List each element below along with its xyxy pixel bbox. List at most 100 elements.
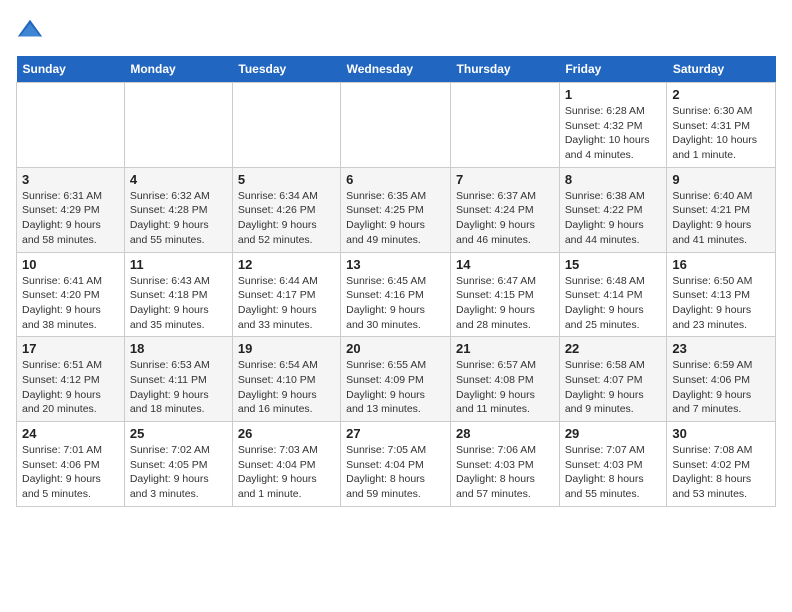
day-info: Sunrise: 7:01 AM Sunset: 4:06 PM Dayligh… (22, 443, 119, 502)
weekday-header-cell: Thursday (451, 56, 560, 83)
day-number: 30 (672, 426, 770, 441)
calendar-cell: 1 Sunrise: 6:28 AM Sunset: 4:32 PM Daylig… (559, 83, 667, 168)
logo (16, 16, 48, 44)
calendar-cell: 24 Sunrise: 7:01 AM Sunset: 4:06 PM Dayli… (17, 422, 125, 507)
day-number: 26 (238, 426, 335, 441)
calendar-cell (124, 83, 232, 168)
day-info: Sunrise: 6:54 AM Sunset: 4:10 PM Dayligh… (238, 358, 335, 417)
day-info: Sunrise: 7:02 AM Sunset: 4:05 PM Dayligh… (130, 443, 227, 502)
day-number: 10 (22, 257, 119, 272)
day-number: 7 (456, 172, 554, 187)
day-info: Sunrise: 6:50 AM Sunset: 4:13 PM Dayligh… (672, 274, 770, 333)
day-number: 28 (456, 426, 554, 441)
day-number: 20 (346, 341, 445, 356)
day-info: Sunrise: 7:05 AM Sunset: 4:04 PM Dayligh… (346, 443, 445, 502)
calendar-cell: 4 Sunrise: 6:32 AM Sunset: 4:28 PM Daylig… (124, 167, 232, 252)
day-number: 2 (672, 87, 770, 102)
calendar-cell: 8 Sunrise: 6:38 AM Sunset: 4:22 PM Daylig… (559, 167, 667, 252)
day-number: 27 (346, 426, 445, 441)
day-info: Sunrise: 6:43 AM Sunset: 4:18 PM Dayligh… (130, 274, 227, 333)
calendar-cell: 5 Sunrise: 6:34 AM Sunset: 4:26 PM Daylig… (232, 167, 340, 252)
day-info: Sunrise: 6:37 AM Sunset: 4:24 PM Dayligh… (456, 189, 554, 248)
day-info: Sunrise: 6:58 AM Sunset: 4:07 PM Dayligh… (565, 358, 662, 417)
calendar-cell (451, 83, 560, 168)
day-info: Sunrise: 6:32 AM Sunset: 4:28 PM Dayligh… (130, 189, 227, 248)
day-info: Sunrise: 6:59 AM Sunset: 4:06 PM Dayligh… (672, 358, 770, 417)
calendar-cell: 29 Sunrise: 7:07 AM Sunset: 4:03 PM Dayli… (559, 422, 667, 507)
day-info: Sunrise: 6:34 AM Sunset: 4:26 PM Dayligh… (238, 189, 335, 248)
day-info: Sunrise: 6:47 AM Sunset: 4:15 PM Dayligh… (456, 274, 554, 333)
calendar-cell (232, 83, 340, 168)
calendar-cell: 22 Sunrise: 6:58 AM Sunset: 4:07 PM Dayli… (559, 337, 667, 422)
day-info: Sunrise: 6:38 AM Sunset: 4:22 PM Dayligh… (565, 189, 662, 248)
calendar-cell (341, 83, 451, 168)
day-number: 18 (130, 341, 227, 356)
calendar-cell: 27 Sunrise: 7:05 AM Sunset: 4:04 PM Dayli… (341, 422, 451, 507)
calendar-cell: 21 Sunrise: 6:57 AM Sunset: 4:08 PM Dayli… (451, 337, 560, 422)
day-number: 15 (565, 257, 662, 272)
day-info: Sunrise: 6:35 AM Sunset: 4:25 PM Dayligh… (346, 189, 445, 248)
day-info: Sunrise: 6:41 AM Sunset: 4:20 PM Dayligh… (22, 274, 119, 333)
day-info: Sunrise: 7:03 AM Sunset: 4:04 PM Dayligh… (238, 443, 335, 502)
weekday-header-cell: Friday (559, 56, 667, 83)
calendar-cell: 15 Sunrise: 6:48 AM Sunset: 4:14 PM Dayli… (559, 252, 667, 337)
day-info: Sunrise: 6:31 AM Sunset: 4:29 PM Dayligh… (22, 189, 119, 248)
calendar-cell: 30 Sunrise: 7:08 AM Sunset: 4:02 PM Dayli… (667, 422, 776, 507)
day-number: 23 (672, 341, 770, 356)
weekday-header-cell: Tuesday (232, 56, 340, 83)
day-info: Sunrise: 6:44 AM Sunset: 4:17 PM Dayligh… (238, 274, 335, 333)
day-number: 22 (565, 341, 662, 356)
calendar-cell: 17 Sunrise: 6:51 AM Sunset: 4:12 PM Dayli… (17, 337, 125, 422)
weekday-header-row: SundayMondayTuesdayWednesdayThursdayFrid… (17, 56, 776, 83)
day-number: 11 (130, 257, 227, 272)
calendar-cell: 28 Sunrise: 7:06 AM Sunset: 4:03 PM Dayli… (451, 422, 560, 507)
day-number: 29 (565, 426, 662, 441)
calendar-cell: 7 Sunrise: 6:37 AM Sunset: 4:24 PM Daylig… (451, 167, 560, 252)
day-number: 1 (565, 87, 662, 102)
day-info: Sunrise: 6:40 AM Sunset: 4:21 PM Dayligh… (672, 189, 770, 248)
day-number: 4 (130, 172, 227, 187)
calendar-cell: 18 Sunrise: 6:53 AM Sunset: 4:11 PM Dayli… (124, 337, 232, 422)
day-info: Sunrise: 6:57 AM Sunset: 4:08 PM Dayligh… (456, 358, 554, 417)
calendar-cell: 23 Sunrise: 6:59 AM Sunset: 4:06 PM Dayli… (667, 337, 776, 422)
calendar-week-row: 1 Sunrise: 6:28 AM Sunset: 4:32 PM Daylig… (17, 83, 776, 168)
day-number: 13 (346, 257, 445, 272)
calendar-cell: 2 Sunrise: 6:30 AM Sunset: 4:31 PM Daylig… (667, 83, 776, 168)
day-info: Sunrise: 6:45 AM Sunset: 4:16 PM Dayligh… (346, 274, 445, 333)
day-info: Sunrise: 7:08 AM Sunset: 4:02 PM Dayligh… (672, 443, 770, 502)
day-info: Sunrise: 6:51 AM Sunset: 4:12 PM Dayligh… (22, 358, 119, 417)
calendar-cell: 19Sunrise: 6:54 AM Sunset: 4:10 PM Dayli… (232, 337, 340, 422)
weekday-header-cell: Wednesday (341, 56, 451, 83)
day-info: Sunrise: 7:06 AM Sunset: 4:03 PM Dayligh… (456, 443, 554, 502)
day-number: 14 (456, 257, 554, 272)
calendar-cell: 13 Sunrise: 6:45 AM Sunset: 4:16 PM Dayli… (341, 252, 451, 337)
day-number: 17 (22, 341, 119, 356)
calendar-week-row: 10 Sunrise: 6:41 AM Sunset: 4:20 PM Dayli… (17, 252, 776, 337)
calendar-cell: 3 Sunrise: 6:31 AM Sunset: 4:29 PM Daylig… (17, 167, 125, 252)
calendar-week-row: 17 Sunrise: 6:51 AM Sunset: 4:12 PM Dayli… (17, 337, 776, 422)
calendar-cell: 26 Sunrise: 7:03 AM Sunset: 4:04 PM Dayli… (232, 422, 340, 507)
calendar-cell (17, 83, 125, 168)
calendar-week-row: 3 Sunrise: 6:31 AM Sunset: 4:29 PM Daylig… (17, 167, 776, 252)
day-number: 21 (456, 341, 554, 356)
calendar-table: SundayMondayTuesdayWednesdayThursdayFrid… (16, 56, 776, 507)
calendar-body: 1 Sunrise: 6:28 AM Sunset: 4:32 PM Daylig… (17, 83, 776, 507)
calendar-cell: 10 Sunrise: 6:41 AM Sunset: 4:20 PM Dayli… (17, 252, 125, 337)
calendar-cell: 11 Sunrise: 6:43 AM Sunset: 4:18 PM Dayli… (124, 252, 232, 337)
day-info: Sunrise: 6:53 AM Sunset: 4:11 PM Dayligh… (130, 358, 227, 417)
day-info: Sunrise: 7:07 AM Sunset: 4:03 PM Dayligh… (565, 443, 662, 502)
day-number: 8 (565, 172, 662, 187)
calendar-week-row: 24 Sunrise: 7:01 AM Sunset: 4:06 PM Dayli… (17, 422, 776, 507)
day-info: Sunrise: 6:48 AM Sunset: 4:14 PM Dayligh… (565, 274, 662, 333)
logo-icon (16, 16, 44, 44)
weekday-header-cell: Sunday (17, 56, 125, 83)
day-info: Sunrise: 6:30 AM Sunset: 4:31 PM Dayligh… (672, 104, 770, 163)
day-info: Sunrise: 6:28 AM Sunset: 4:32 PM Dayligh… (565, 104, 662, 163)
day-number: 24 (22, 426, 119, 441)
calendar-cell: 16Sunrise: 6:50 AM Sunset: 4:13 PM Dayli… (667, 252, 776, 337)
day-number: 5 (238, 172, 335, 187)
day-number: 3 (22, 172, 119, 187)
weekday-header-cell: Saturday (667, 56, 776, 83)
calendar-cell: 6Sunrise: 6:35 AM Sunset: 4:25 PM Daylig… (341, 167, 451, 252)
calendar-cell: 20Sunrise: 6:55 AM Sunset: 4:09 PM Dayli… (341, 337, 451, 422)
